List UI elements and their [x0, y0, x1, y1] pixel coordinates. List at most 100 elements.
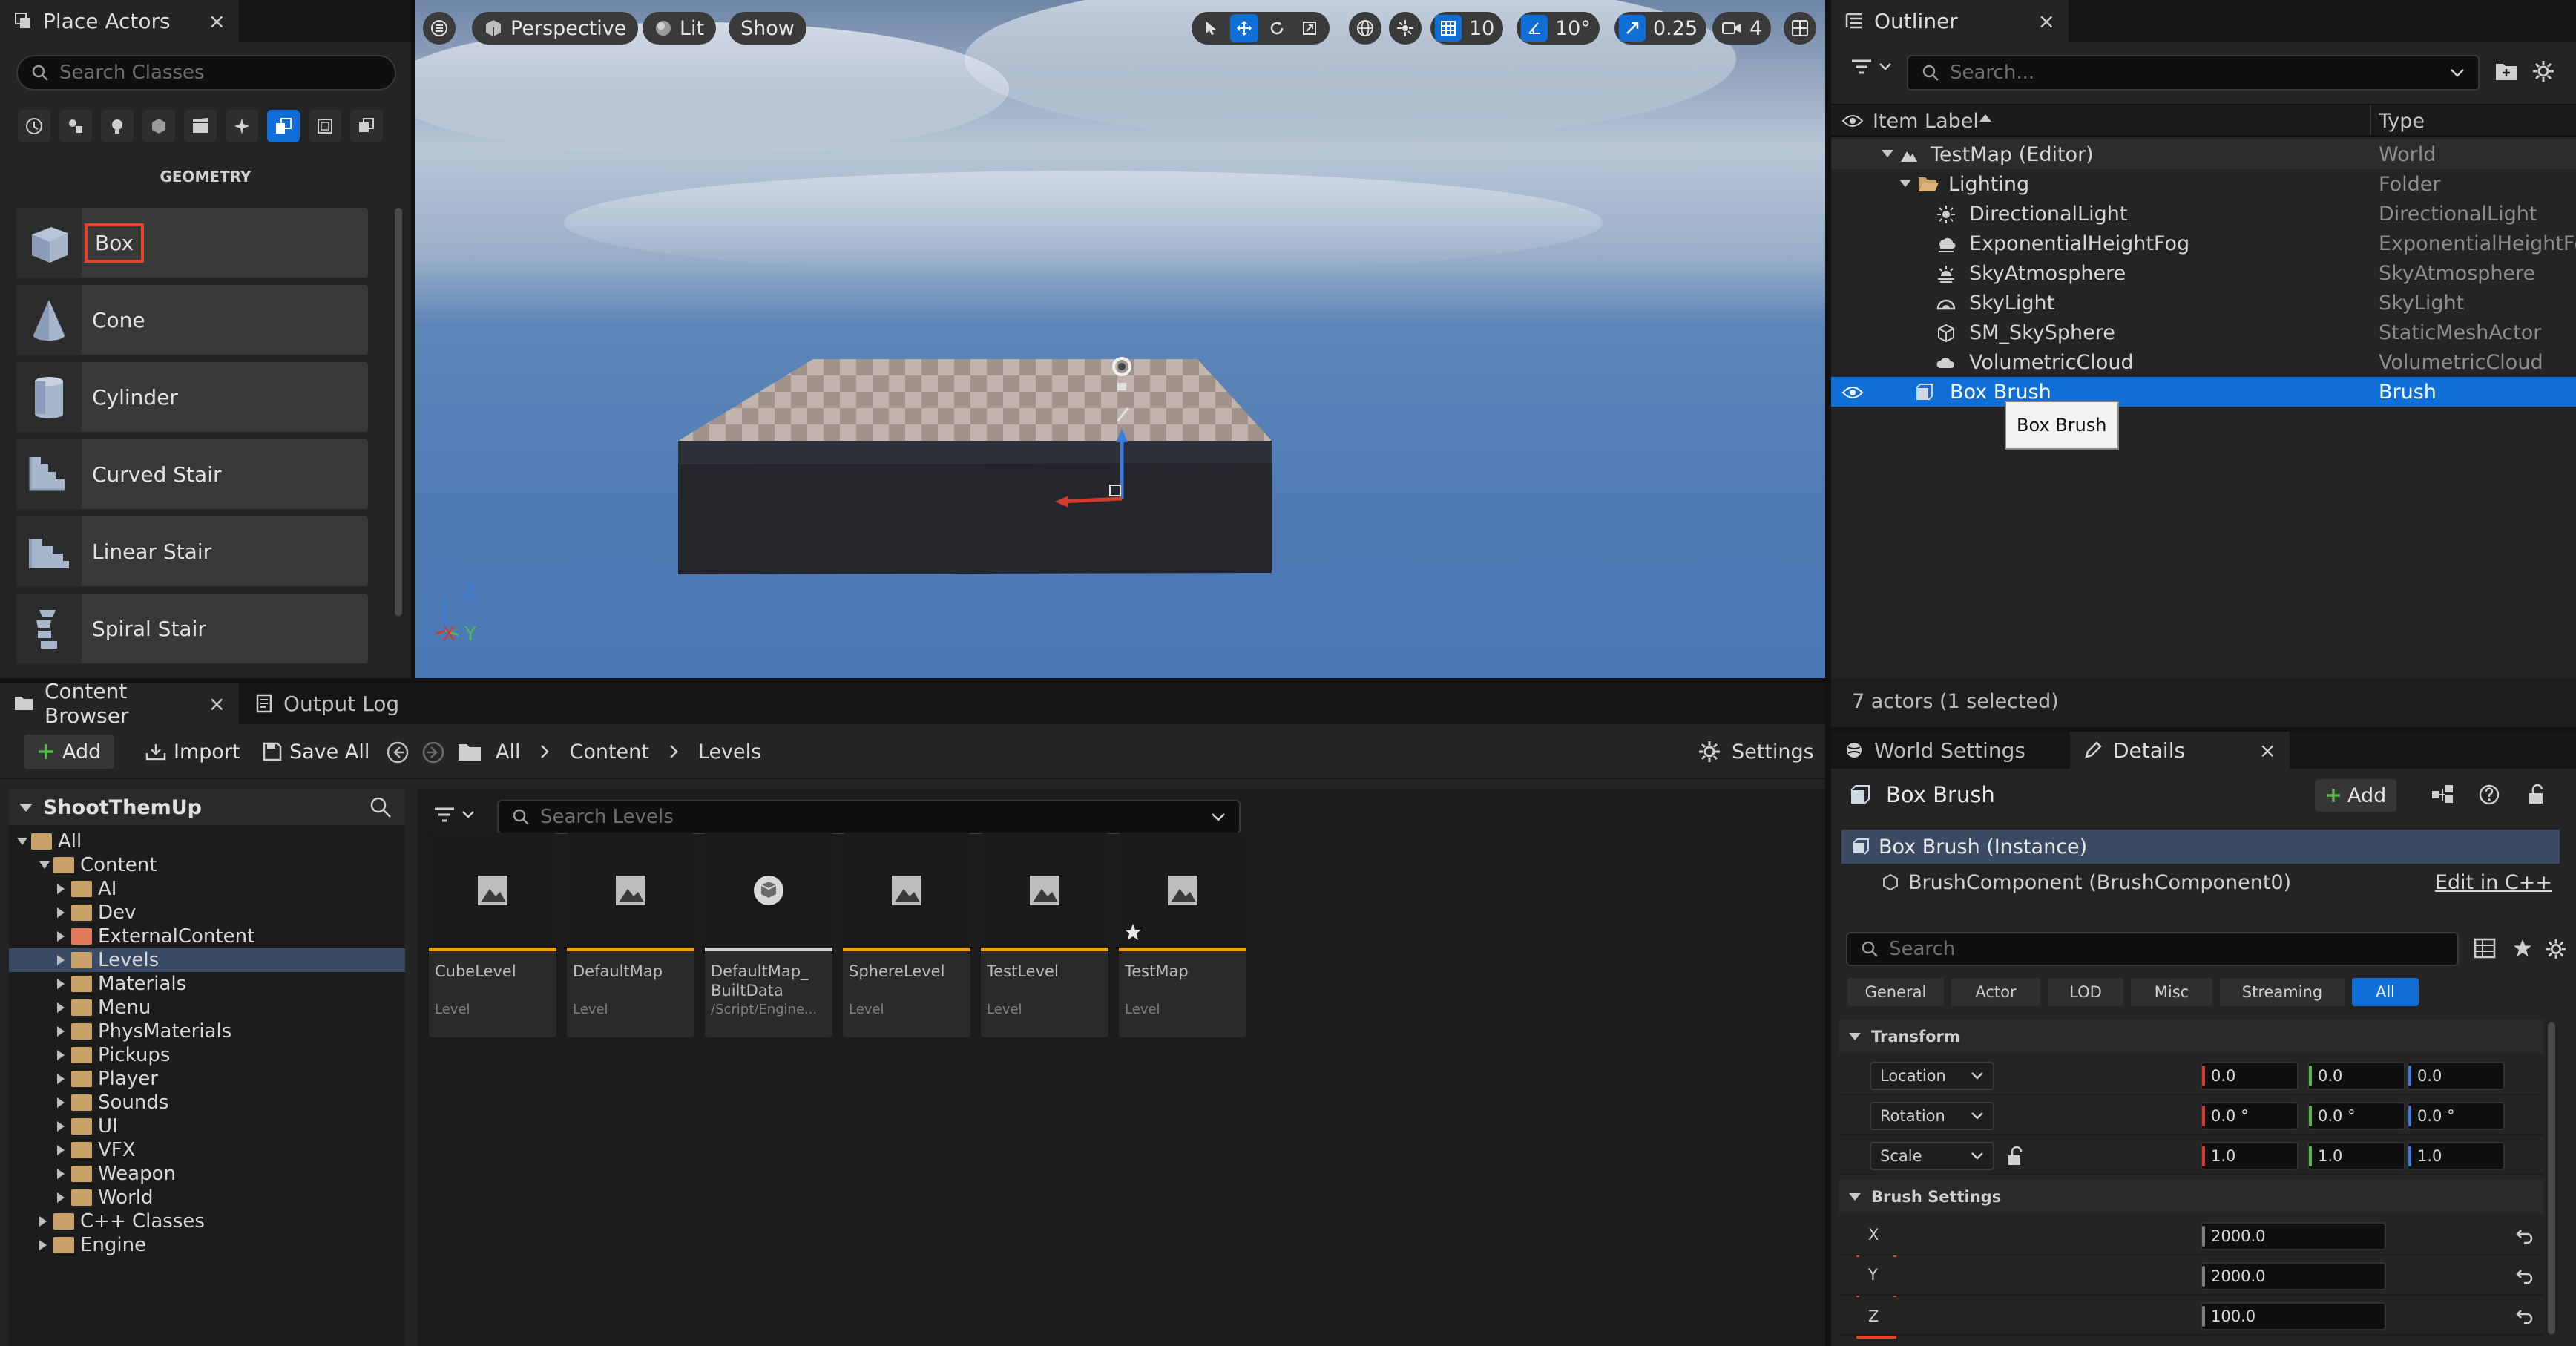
actor-item-cone[interactable]: Cone	[16, 285, 368, 355]
col-type[interactable]: Type	[2379, 110, 2425, 133]
asset-tile-defaultmap[interactable]: DefaultMap Level	[567, 833, 694, 1037]
lock-icon[interactable]	[2527, 784, 2546, 806]
edit-in-cpp-link[interactable]: Edit in C++	[2435, 871, 2552, 894]
visual-effects-icon[interactable]	[226, 110, 258, 142]
asset-filter-button[interactable]	[433, 806, 475, 824]
col-divider[interactable]	[2370, 105, 2371, 135]
collapse-arrow-icon[interactable]	[56, 1168, 71, 1180]
col-item-label[interactable]: Item Label	[1873, 110, 1979, 133]
outliner-row-world[interactable]: TestMap (Editor) World	[1831, 139, 2576, 169]
close-icon[interactable]: ×	[208, 9, 226, 33]
filter-all[interactable]: All	[2352, 978, 2419, 1006]
close-icon[interactable]: ×	[2259, 738, 2276, 763]
collapse-arrow-icon[interactable]	[56, 1192, 71, 1204]
location-z-field[interactable]: 0.0	[2407, 1062, 2505, 1090]
collapse-arrow-icon[interactable]	[56, 1025, 71, 1037]
gear-icon[interactable]	[2545, 938, 2567, 960]
tree-item[interactable]: Materials	[9, 972, 405, 996]
filter-lod[interactable]: LOD	[2048, 978, 2123, 1006]
scale-mode-icon[interactable]	[1295, 14, 1324, 42]
scale-snap-button[interactable]: 0.25	[1614, 12, 1707, 45]
help-icon[interactable]	[2478, 784, 2500, 806]
volumes-icon[interactable]	[309, 110, 341, 142]
lit-button[interactable]: Lit	[643, 12, 717, 45]
tree-item[interactable]: AI	[9, 877, 405, 901]
expand-arrow-icon[interactable]	[39, 861, 53, 870]
tree-item[interactable]: Sounds	[9, 1091, 405, 1114]
search-icon[interactable]	[369, 796, 392, 818]
collapse-arrow-icon[interactable]	[56, 907, 71, 919]
asset-tile-cubelevel[interactable]: CubeLevel Level	[429, 833, 556, 1037]
save-all-button[interactable]: Save All	[263, 735, 369, 769]
add-button[interactable]: Add	[24, 735, 115, 769]
forward-icon[interactable]	[421, 741, 445, 764]
tree-item[interactable]: All	[9, 830, 405, 853]
tree-item[interactable]: Menu	[9, 996, 405, 1020]
asset-tile-spherelevel[interactable]: SphereLevel Level	[843, 833, 970, 1037]
tree-item[interactable]: VFX	[9, 1138, 405, 1162]
breadcrumb-item-all[interactable]: All	[496, 741, 520, 764]
breadcrumb-item-content[interactable]: Content	[569, 741, 648, 764]
geometry-icon[interactable]	[267, 110, 300, 142]
rotate-mode-icon[interactable]	[1263, 14, 1291, 42]
rotation-x-field[interactable]: 0.0 °	[2201, 1102, 2299, 1130]
tree-item[interactable]: ExternalContent	[9, 925, 405, 948]
reset-icon[interactable]	[2515, 1307, 2534, 1324]
unlock-icon[interactable]	[2006, 1146, 2025, 1166]
component-row[interactable]: BrushComponent (BrushComponent0) Edit in…	[1841, 865, 2560, 899]
viewport-menu-button[interactable]	[423, 12, 456, 45]
rotation-dropdown[interactable]: Rotation	[1870, 1102, 1994, 1130]
rotation-snap-button[interactable]: 10°	[1517, 12, 1600, 45]
table-view-icon[interactable]	[2474, 938, 2496, 959]
actor-item-cylinder[interactable]: Cylinder	[16, 362, 368, 432]
close-icon[interactable]: ×	[2038, 9, 2055, 33]
component-instance-row[interactable]: Box Brush (Instance)	[1841, 830, 2560, 864]
filter-actor[interactable]: Actor	[1951, 978, 2040, 1006]
details-search-input[interactable]: Search	[1846, 932, 2459, 966]
folder-icon[interactable]	[457, 742, 482, 763]
lights-icon[interactable]	[101, 110, 134, 142]
cinematic-icon[interactable]	[184, 110, 217, 142]
tree-item[interactable]: Pickups	[9, 1043, 405, 1067]
collapse-arrow-icon[interactable]	[56, 954, 71, 966]
breadcrumb-item-levels[interactable]: Levels	[698, 741, 761, 764]
scale-dropdown[interactable]: Scale	[1870, 1142, 1994, 1170]
scale-x-field[interactable]: 1.0	[2201, 1142, 2299, 1170]
collapse-arrow-icon[interactable]	[56, 1144, 71, 1156]
scale-y-field[interactable]: 1.0	[2307, 1142, 2405, 1170]
show-button[interactable]: Show	[729, 12, 806, 45]
basic-icon[interactable]	[59, 110, 92, 142]
outliner-row-directional-light[interactable]: DirectionalLight DirectionalLight	[1831, 199, 2576, 229]
settings-button[interactable]: Settings	[1698, 735, 1814, 769]
shapes-icon[interactable]	[142, 110, 175, 142]
eye-icon[interactable]	[1841, 384, 1864, 401]
tree-item[interactable]: UI	[9, 1114, 405, 1138]
viewport-layout-button[interactable]	[1784, 12, 1816, 45]
reset-icon[interactable]	[2515, 1267, 2534, 1284]
blueprint-icon[interactable]	[2431, 784, 2454, 804]
tree-item[interactable]: Player	[9, 1067, 405, 1091]
asset-tile-builtdata[interactable]: DefaultMap_ BuiltData /Script/Engine...	[705, 833, 832, 1037]
transform-section-header[interactable]: Transform	[1839, 1020, 2543, 1054]
perspective-button[interactable]: Perspective	[472, 12, 639, 45]
project-header[interactable]: ShootThemUp	[9, 789, 405, 825]
brush-y-field[interactable]: 2000.0	[2201, 1262, 2386, 1290]
actor-item-spiral-stair[interactable]: Spiral Stair	[16, 594, 368, 663]
brush-settings-section-header[interactable]: Brush Settings	[1839, 1180, 2543, 1214]
reset-icon[interactable]	[2515, 1227, 2534, 1244]
tree-item[interactable]: PhysMaterials	[9, 1020, 405, 1043]
collapse-arrow-icon[interactable]	[56, 883, 71, 895]
translate-mode-icon[interactable]	[1230, 14, 1258, 42]
tree-item[interactable]: Dev	[9, 901, 405, 925]
add-folder-icon[interactable]	[2494, 61, 2518, 82]
all-classes-icon[interactable]	[350, 110, 383, 142]
outliner-filter-button[interactable]	[1850, 58, 1892, 76]
gear-icon[interactable]	[2531, 59, 2555, 83]
outliner-row-height-fog[interactable]: ExponentialHeightFog ExponentialHeightFo…	[1831, 229, 2576, 258]
tab-place-actors[interactable]: Place Actors ×	[0, 0, 239, 42]
filter-streaming[interactable]: Streaming	[2220, 978, 2345, 1006]
collapse-arrow-icon[interactable]	[56, 1002, 71, 1014]
expand-arrow-icon[interactable]	[1899, 180, 1911, 187]
collapse-arrow-icon[interactable]	[39, 1239, 53, 1251]
back-icon[interactable]	[386, 741, 410, 764]
